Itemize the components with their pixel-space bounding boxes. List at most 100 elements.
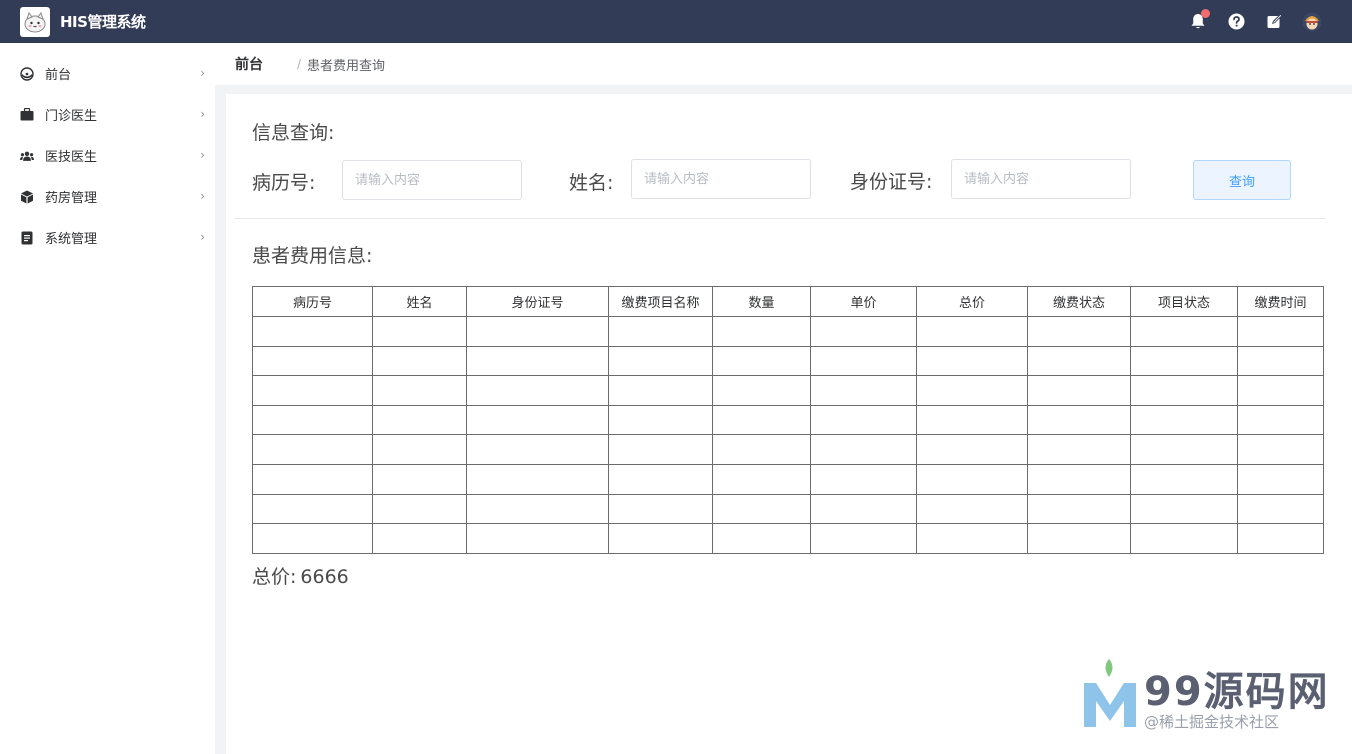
table-cell — [1130, 316, 1238, 347]
query-button[interactable]: 查询 — [1193, 160, 1291, 200]
column-header: 姓名 — [372, 286, 467, 317]
column-header: 单价 — [810, 286, 917, 317]
fee-table-body — [252, 316, 1324, 554]
table-cell — [608, 493, 713, 525]
total-value: 6666 — [300, 566, 349, 588]
table-cell — [1130, 404, 1238, 436]
app-logo[interactable] — [20, 6, 50, 37]
sidebar-item-system[interactable]: 系统管理 › — [0, 217, 215, 258]
table-cell — [466, 345, 609, 377]
breadcrumb-home[interactable]: 前台 — [235, 54, 263, 74]
table-cell — [1130, 434, 1238, 465]
table-cell — [608, 434, 713, 465]
table-cell — [252, 463, 373, 495]
chevron-right-icon: › — [200, 107, 205, 121]
medical-record-label: 病历号: — [252, 172, 316, 194]
table-cell — [466, 463, 609, 495]
user-avatar[interactable] — [1302, 12, 1322, 32]
table-cell — [466, 316, 609, 347]
table-cell — [810, 345, 917, 377]
breadcrumb-current: 患者费用查询 — [307, 58, 386, 74]
sidebar-item-label: 门诊医生 — [45, 109, 98, 124]
notification-button[interactable] — [1188, 8, 1210, 32]
medical-record-input[interactable] — [342, 160, 522, 200]
table-cell — [608, 345, 713, 377]
table-cell — [372, 316, 467, 347]
table-row — [252, 463, 1324, 495]
table-cell — [466, 404, 609, 436]
table-cell — [712, 463, 811, 495]
table-cell — [372, 523, 467, 554]
table-cell — [608, 375, 713, 406]
briefcase-icon — [20, 108, 34, 122]
table-row — [252, 523, 1324, 554]
column-header: 总价 — [916, 286, 1028, 317]
sidebar-item-outpatient-doctor[interactable]: 门诊医生 › — [0, 94, 215, 135]
sidebar-item-medtech-doctor[interactable]: 医技医生 › — [0, 135, 215, 176]
total-price: 总价: 6666 — [252, 562, 349, 589]
table-row — [252, 375, 1324, 406]
breadcrumb: 前台 / 患者费用查询 — [215, 43, 1352, 85]
table-cell — [1130, 523, 1238, 554]
table-cell — [1130, 493, 1238, 525]
table-cell — [1237, 375, 1324, 406]
table-cell — [1130, 345, 1238, 377]
cat-logo-icon — [24, 11, 46, 32]
table-cell — [712, 523, 811, 554]
table-cell — [372, 493, 467, 525]
sidebar-menu: 前台 › 门诊医生 › 医技医生 › 药房管理 › 系统管理 › — [0, 43, 215, 754]
table-cell — [1027, 345, 1131, 377]
name-label: 姓名: — [569, 172, 614, 194]
watermark-sub: @稀土掘金技术社区 — [1144, 713, 1280, 731]
column-header: 身份证号 — [466, 286, 609, 317]
table-cell — [712, 404, 811, 436]
table-cell — [1027, 493, 1131, 525]
dashboard-icon — [20, 66, 34, 81]
table-cell — [810, 434, 917, 465]
table-cell — [608, 404, 713, 436]
edit-button[interactable] — [1264, 12, 1284, 32]
chevron-right-icon: › — [200, 189, 205, 203]
column-header: 项目状态 — [1130, 286, 1238, 317]
table-cell — [372, 404, 467, 436]
table-cell — [1027, 434, 1131, 465]
users-icon — [20, 149, 34, 163]
id-card-input[interactable] — [951, 159, 1131, 199]
table-cell — [372, 463, 467, 495]
app-title: HIS管理系统 — [60, 13, 146, 31]
table-cell — [1130, 375, 1238, 406]
table-row — [252, 493, 1324, 525]
table-cell — [1237, 463, 1324, 495]
sidebar-item-label: 系统管理 — [45, 232, 98, 247]
table-cell — [1237, 493, 1324, 525]
user-avatar-icon — [1302, 12, 1322, 31]
table-cell — [466, 434, 609, 465]
table-cell — [252, 493, 373, 525]
table-cell — [466, 493, 609, 525]
name-input[interactable] — [631, 159, 811, 199]
table-cell — [712, 345, 811, 377]
notification-badge — [1201, 8, 1210, 18]
table-cell — [712, 316, 811, 347]
column-header: 数量 — [712, 286, 811, 317]
table-cell — [372, 434, 467, 465]
table-cell — [916, 463, 1028, 495]
table-cell — [252, 434, 373, 465]
table-cell — [1237, 434, 1324, 465]
help-button[interactable] — [1226, 12, 1246, 32]
table-cell — [916, 493, 1028, 525]
table-cell — [916, 375, 1028, 406]
sidebar-item-frontdesk[interactable]: 前台 › — [0, 53, 215, 94]
table-cell — [1237, 523, 1324, 554]
table-cell — [1027, 463, 1131, 495]
table-cell — [916, 404, 1028, 436]
sidebar-item-pharmacy[interactable]: 药房管理 › — [0, 176, 215, 217]
table-cell — [1027, 316, 1131, 347]
fee-info-title: 患者费用信息: — [252, 245, 373, 267]
table-cell — [1027, 523, 1131, 554]
table-cell — [608, 316, 713, 347]
table-row — [252, 404, 1324, 436]
sidebar-item-label: 前台 — [45, 68, 72, 83]
table-cell — [1237, 345, 1324, 377]
table-row — [252, 316, 1324, 347]
